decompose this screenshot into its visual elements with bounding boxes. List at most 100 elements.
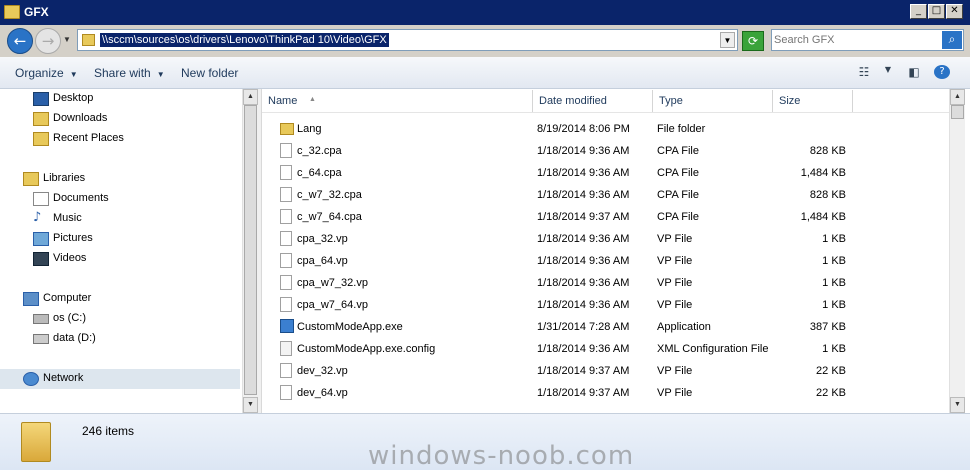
file-type: CPA File	[657, 211, 699, 223]
file-row[interactable]: c_w7_64.cpa 1/18/2014 9:37 AM CPA File 1…	[262, 206, 950, 228]
column-header-type[interactable]: Type	[653, 90, 773, 112]
file-type: VP File	[657, 387, 693, 399]
nav-item-documents[interactable]: Documents	[0, 189, 240, 209]
scroll-down-arrow[interactable]: ▼	[950, 397, 965, 413]
file-size: 1,484 KB	[800, 211, 846, 223]
title-bar: GFX _ □ ✕	[0, 0, 970, 25]
close-button[interactable]: ✕	[946, 4, 963, 19]
nav-item-label: data (D:)	[53, 332, 96, 344]
share-with-menu[interactable]: Share with ▼	[94, 66, 165, 80]
file-row[interactable]: dev_64.vp 1/18/2014 9:37 AM VP File 22 K…	[262, 382, 950, 404]
nav-item-desktop[interactable]: Desktop	[0, 89, 240, 109]
file-size: 22 KB	[816, 365, 846, 377]
nav-item-os-c[interactable]: os (C:)	[0, 309, 240, 329]
file-date: 1/18/2014 9:36 AM	[537, 255, 630, 267]
column-header-date[interactable]: Date modified	[533, 90, 653, 112]
file-row[interactable]: CustomModeApp.exe 1/31/2014 7:28 AM Appl…	[262, 316, 950, 338]
view-options-icon[interactable]: ☷	[856, 65, 872, 79]
address-bar[interactable]: \\sccm\sources\os\drivers\Lenovo\ThinkPa…	[77, 29, 738, 51]
nav-item-computer[interactable]: Computer	[0, 289, 240, 309]
nav-item-data-d[interactable]: data (D:)	[0, 329, 240, 349]
file-name: cpa_64.vp	[297, 255, 348, 267]
nav-item-music[interactable]: ♪ Music	[0, 209, 240, 229]
folder-icon	[82, 34, 95, 46]
scroll-thumb[interactable]	[951, 105, 964, 119]
file-row[interactable]: cpa_32.vp 1/18/2014 9:36 AM VP File 1 KB	[262, 228, 950, 250]
file-name: CustomModeApp.exe	[297, 321, 403, 333]
column-header-label: Date modified	[539, 95, 607, 107]
address-dropdown-button[interactable]: ▼	[720, 32, 735, 48]
column-header-label: Size	[779, 95, 801, 107]
nav-item-libraries[interactable]: Libraries	[0, 169, 240, 189]
file-name: cpa_w7_64.vp	[297, 299, 368, 311]
file-name: c_w7_64.cpa	[297, 211, 362, 223]
navigation-scrollbar[interactable]: ▲ ▼	[242, 89, 258, 413]
minimize-button[interactable]: _	[910, 4, 927, 19]
refresh-button[interactable]: ⟳	[742, 31, 764, 51]
nav-item-recent-places[interactable]: Recent Places	[0, 129, 240, 149]
file-row[interactable]: cpa_64.vp 1/18/2014 9:36 AM VP File 1 KB	[262, 250, 950, 272]
preview-pane-icon[interactable]: ◧	[906, 65, 922, 79]
file-list-scrollbar[interactable]: ▲ ▼	[949, 89, 965, 413]
nav-item-downloads[interactable]: Downloads	[0, 109, 240, 129]
address-row: ← → ▼ \\sccm\sources\os\drivers\Lenovo\T…	[0, 25, 970, 57]
scroll-up-arrow[interactable]: ▲	[243, 89, 258, 105]
file-row[interactable]: cpa_w7_32.vp 1/18/2014 9:36 AM VP File 1…	[262, 272, 950, 294]
file-size: 828 KB	[809, 145, 846, 157]
forward-button[interactable]: →	[35, 28, 61, 54]
nav-item-videos[interactable]: Videos	[0, 249, 240, 269]
file-row[interactable]: c_64.cpa 1/18/2014 9:36 AM CPA File 1,48…	[262, 162, 950, 184]
column-header-name[interactable]: Name ▲	[262, 90, 533, 112]
scroll-down-arrow[interactable]: ▼	[243, 397, 258, 413]
new-folder-button[interactable]: New folder	[181, 66, 238, 80]
network-icon	[23, 372, 39, 386]
file-type: VP File	[657, 277, 693, 289]
file-size: 1 KB	[822, 233, 846, 245]
file-size: 1 KB	[822, 277, 846, 289]
drive-icon	[33, 314, 49, 324]
scroll-up-arrow[interactable]: ▲	[950, 89, 965, 105]
column-header-label: Name	[268, 95, 298, 107]
command-bar: Organize ▼ Share with ▼ New folder ☷ ▼ ◧ ?	[0, 57, 970, 89]
file-date: 1/18/2014 9:36 AM	[537, 189, 630, 201]
file-type: VP File	[657, 255, 693, 267]
nav-item-network[interactable]: Network	[0, 369, 240, 389]
back-button[interactable]: ←	[7, 28, 33, 54]
new-folder-label: New folder	[181, 66, 239, 80]
file-name: CustomModeApp.exe.config	[297, 343, 436, 355]
file-icon	[280, 231, 292, 246]
chevron-down-icon[interactable]: ▼	[880, 65, 896, 79]
recent-pages-dropdown[interactable]: ▼	[63, 35, 71, 44]
nav-item-label: Documents	[53, 192, 109, 204]
scroll-thumb[interactable]	[244, 105, 257, 395]
nav-item-label: Downloads	[53, 112, 108, 124]
organize-menu[interactable]: Organize ▼	[15, 66, 78, 80]
file-date: 1/18/2014 9:37 AM	[537, 387, 630, 399]
nav-item-pictures[interactable]: Pictures	[0, 229, 240, 249]
file-row[interactable]: CustomModeApp.exe.config 1/18/2014 9:36 …	[262, 338, 950, 360]
file-icon	[280, 253, 292, 268]
file-icon	[280, 165, 292, 180]
search-box[interactable]: ⌕	[771, 29, 964, 51]
maximize-button[interactable]: □	[928, 4, 945, 19]
file-type: XML Configuration File	[657, 343, 769, 355]
watermark: windows-noob.com	[368, 441, 635, 470]
search-input[interactable]	[774, 32, 939, 48]
address-path[interactable]: \\sccm\sources\os\drivers\Lenovo\ThinkPa…	[100, 33, 389, 47]
search-icon[interactable]: ⌕	[942, 31, 962, 49]
pictures-icon	[33, 232, 49, 246]
file-row[interactable]: c_32.cpa 1/18/2014 9:36 AM CPA File 828 …	[262, 140, 950, 162]
file-row[interactable]: c_w7_32.cpa 1/18/2014 9:36 AM CPA File 8…	[262, 184, 950, 206]
window-title: GFX	[24, 5, 49, 19]
navigation-pane: Desktop Downloads Recent Places Librarie…	[0, 89, 242, 413]
file-row[interactable]: Lang 8/19/2014 8:06 PM File folder	[262, 118, 950, 140]
drive-icon	[33, 334, 49, 344]
nav-item-label: Desktop	[53, 92, 94, 104]
column-header-size[interactable]: Size	[773, 90, 853, 112]
file-size: 1 KB	[822, 255, 846, 267]
file-date: 8/19/2014 8:06 PM	[537, 123, 630, 135]
help-icon[interactable]: ?	[934, 65, 950, 79]
file-row[interactable]: dev_32.vp 1/18/2014 9:37 AM VP File 22 K…	[262, 360, 950, 382]
file-icon	[280, 187, 292, 202]
file-row[interactable]: cpa_w7_64.vp 1/18/2014 9:36 AM VP File 1…	[262, 294, 950, 316]
